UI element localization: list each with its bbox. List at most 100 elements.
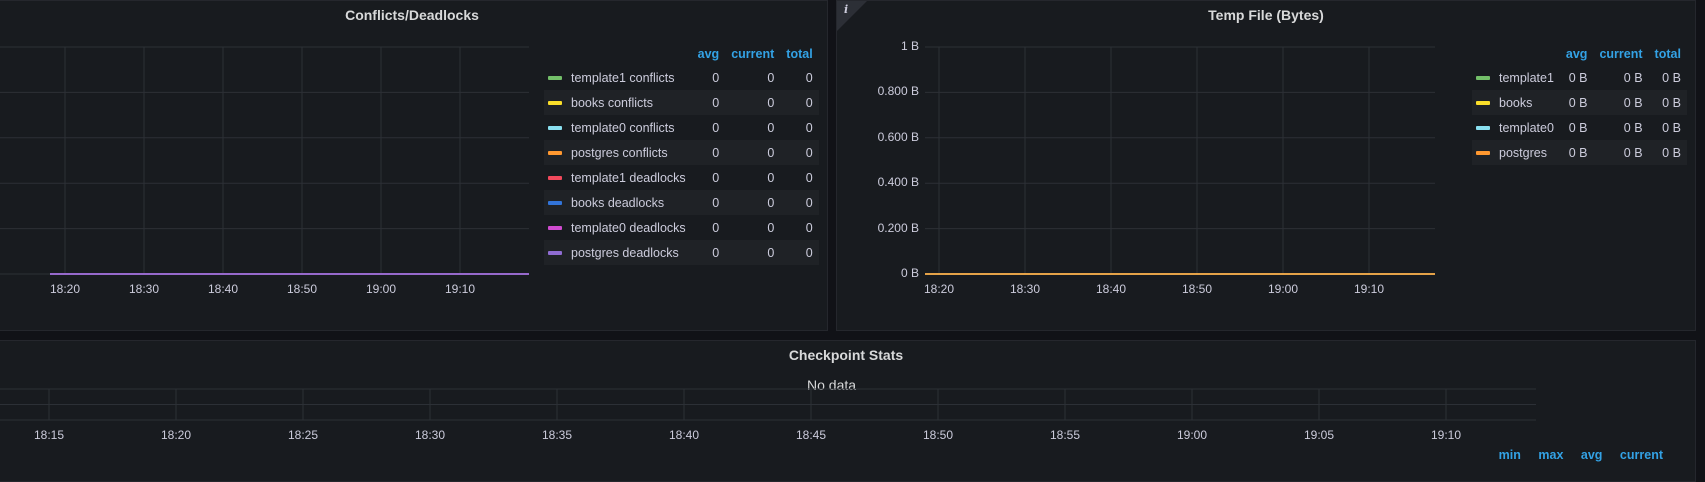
legend-value-current: 0 B	[1593, 90, 1649, 115]
legend-value-avg: 0	[691, 140, 726, 165]
legend-value-total: 0	[780, 90, 819, 115]
legend-series-name[interactable]: template0	[1472, 115, 1560, 140]
legend-value-total: 0	[805, 120, 813, 135]
x-tick-label: 18:40	[207, 282, 239, 296]
legend-value-current: 0	[725, 240, 781, 265]
x-tick-label: 18:35	[541, 428, 573, 442]
graph-svg	[925, 46, 1435, 275]
legend-value-total: 0	[805, 220, 813, 235]
legend-series-name[interactable]: template0 conflicts	[544, 115, 692, 140]
temp-file-graph[interactable]: 1 B 0.800 B 0.600 B 0.400 B 0.200 B 0 B 18:20 1…	[837, 39, 1457, 303]
x-tick-label: 18:15	[33, 428, 65, 442]
legend-value-total: 0	[780, 140, 819, 165]
legend-series-name[interactable]: template0 deadlocks	[544, 215, 692, 240]
series-color-swatch[interactable]	[1476, 76, 1490, 81]
x-tick-label: 18:30	[414, 428, 446, 442]
legend-series-name[interactable]: postgres deadlocks	[544, 240, 692, 265]
legend-row[interactable]: template0 conflicts 0 0 0	[544, 115, 819, 140]
temp-file-panel[interactable]: i Temp File (Bytes) 1 B 0.800 B 0.600 B 0.4…	[836, 0, 1696, 331]
legend-header-current[interactable]: current	[1593, 43, 1648, 65]
legend-value-avg: 0 B	[1568, 70, 1588, 85]
series-name-label: postgres conflicts	[571, 145, 668, 160]
legend-header-avg[interactable]: avg	[692, 43, 726, 65]
legend-row[interactable]: template1 0 B 0 B 0 B	[1472, 65, 1687, 90]
legend-series-name[interactable]: template1 deadlocks	[544, 165, 692, 190]
legend-header-current[interactable]: current	[1620, 448, 1663, 462]
x-tick-label: 18:30	[128, 282, 160, 296]
x-tick-label: 19:00	[1267, 282, 1299, 296]
x-tick-label: 19:10	[1353, 282, 1385, 296]
legend-series-name[interactable]: postgres	[1472, 140, 1560, 165]
legend-row[interactable]: template0 0 B 0 B 0 B	[1472, 115, 1687, 140]
x-tick-label: 18:20	[49, 282, 81, 296]
x-tick-label: 18:45	[795, 428, 827, 442]
x-tick-label: 18:50	[1181, 282, 1213, 296]
legend-value-current: 0	[767, 220, 775, 235]
legend-value-current: 0	[767, 120, 775, 135]
legend-row[interactable]: postgres conflicts 0 0 0	[544, 140, 819, 165]
legend-row[interactable]: books deadlocks 0 0 0	[544, 190, 819, 215]
checkpoint-stats-panel[interactable]: Checkpoint Stats No data sss18:1518:2018…	[0, 340, 1696, 482]
legend-value-current: 0	[725, 90, 781, 115]
legend-value-current: 0	[725, 140, 781, 165]
legend-row[interactable]: template1 conflicts 0 0 0	[544, 65, 819, 90]
series-color-swatch[interactable]	[548, 76, 562, 81]
legend-row[interactable]: books conflicts 0 0 0	[544, 90, 819, 115]
series-color-swatch[interactable]	[1476, 151, 1490, 156]
series-color-swatch[interactable]	[548, 251, 562, 256]
legend-header-current[interactable]: current	[725, 43, 780, 65]
legend-header-avg[interactable]: avg	[1560, 43, 1594, 65]
series-name-label: books conflicts	[571, 95, 653, 110]
x-tick-label: 19:05	[1303, 428, 1335, 442]
checkpoint-graph[interactable]: sss18:1518:2018:2518:3018:3518:4018:4518…	[0, 388, 1677, 442]
legend-header-total[interactable]: total	[1649, 43, 1687, 65]
series-name-label: postgres	[1499, 145, 1547, 160]
x-tick-label: 18:55	[1049, 428, 1081, 442]
legend-value-avg: 0	[691, 90, 726, 115]
legend-row[interactable]: postgres deadlocks 0 0 0	[544, 240, 819, 265]
series-color-swatch[interactable]	[548, 101, 562, 106]
legend-header-total[interactable]: total	[780, 43, 818, 65]
series-color-swatch[interactable]	[1476, 101, 1490, 106]
conflicts-deadlocks-panel[interactable]: Conflicts/Deadlocks 10000018:2018:3018:4…	[0, 0, 828, 331]
legend-series-name[interactable]: postgres conflicts	[544, 140, 692, 165]
legend-value-current: 0	[725, 190, 781, 215]
legend-header-avg[interactable]: avg	[1581, 448, 1603, 462]
legend-row[interactable]: postgres 0 B0 B0 B	[1472, 140, 1687, 165]
series-color-swatch[interactable]	[548, 126, 562, 131]
legend-value-avg: 0 B	[1559, 140, 1594, 165]
series-color-swatch[interactable]	[1476, 126, 1490, 131]
legend-header-max[interactable]: max	[1538, 448, 1563, 462]
legend-value-avg: 0	[712, 220, 720, 235]
legend-row[interactable]: template1 deadlocks 0 0 0	[544, 165, 819, 190]
legend-series-name[interactable]: template1 conflicts	[544, 65, 692, 90]
legend-value-total: 0	[780, 240, 819, 265]
legend-value-avg: 0 B	[1568, 120, 1588, 135]
legend-series-name[interactable]: books	[1472, 90, 1560, 115]
panel-title[interactable]: Temp File (Bytes)	[837, 7, 1695, 23]
series-color-swatch[interactable]	[548, 176, 562, 181]
legend-value-current: 0 B	[1593, 140, 1649, 165]
legend-row[interactable]: books 0 B0 B0 B	[1472, 90, 1687, 115]
series-color-swatch[interactable]	[548, 226, 562, 231]
series-color-swatch[interactable]	[548, 151, 562, 156]
legend-value-avg: 0	[712, 170, 720, 185]
checkpoint-legend-header: min max avg current	[1485, 448, 1663, 462]
series-name-label: template0 conflicts	[571, 120, 675, 135]
legend-series-name[interactable]: template1	[1472, 65, 1560, 90]
x-tick-label: 19:00	[1176, 428, 1208, 442]
legend-row[interactable]: template0 deadlocks 0 0 0	[544, 215, 819, 240]
panel-title[interactable]: Conflicts/Deadlocks	[0, 7, 827, 23]
y-tick-label: 0.800 B	[877, 84, 919, 99]
series-name-label: books deadlocks	[571, 195, 665, 210]
conflicts-graph[interactable]: 10000018:2018:3018:4018:5019:0019:10	[0, 46, 529, 303]
x-tick-label: 18:20	[160, 428, 192, 442]
legend-header-min[interactable]: min	[1499, 448, 1521, 462]
legend-value-current: 0 B	[1623, 120, 1643, 135]
legend-series-name[interactable]: books deadlocks	[544, 190, 692, 215]
panel-title[interactable]: Checkpoint Stats	[0, 347, 1695, 363]
series-name-label: template1 conflicts	[571, 70, 675, 85]
legend-value-total: 0 B	[1662, 120, 1681, 135]
series-color-swatch[interactable]	[548, 201, 562, 206]
legend-series-name[interactable]: books conflicts	[544, 90, 692, 115]
